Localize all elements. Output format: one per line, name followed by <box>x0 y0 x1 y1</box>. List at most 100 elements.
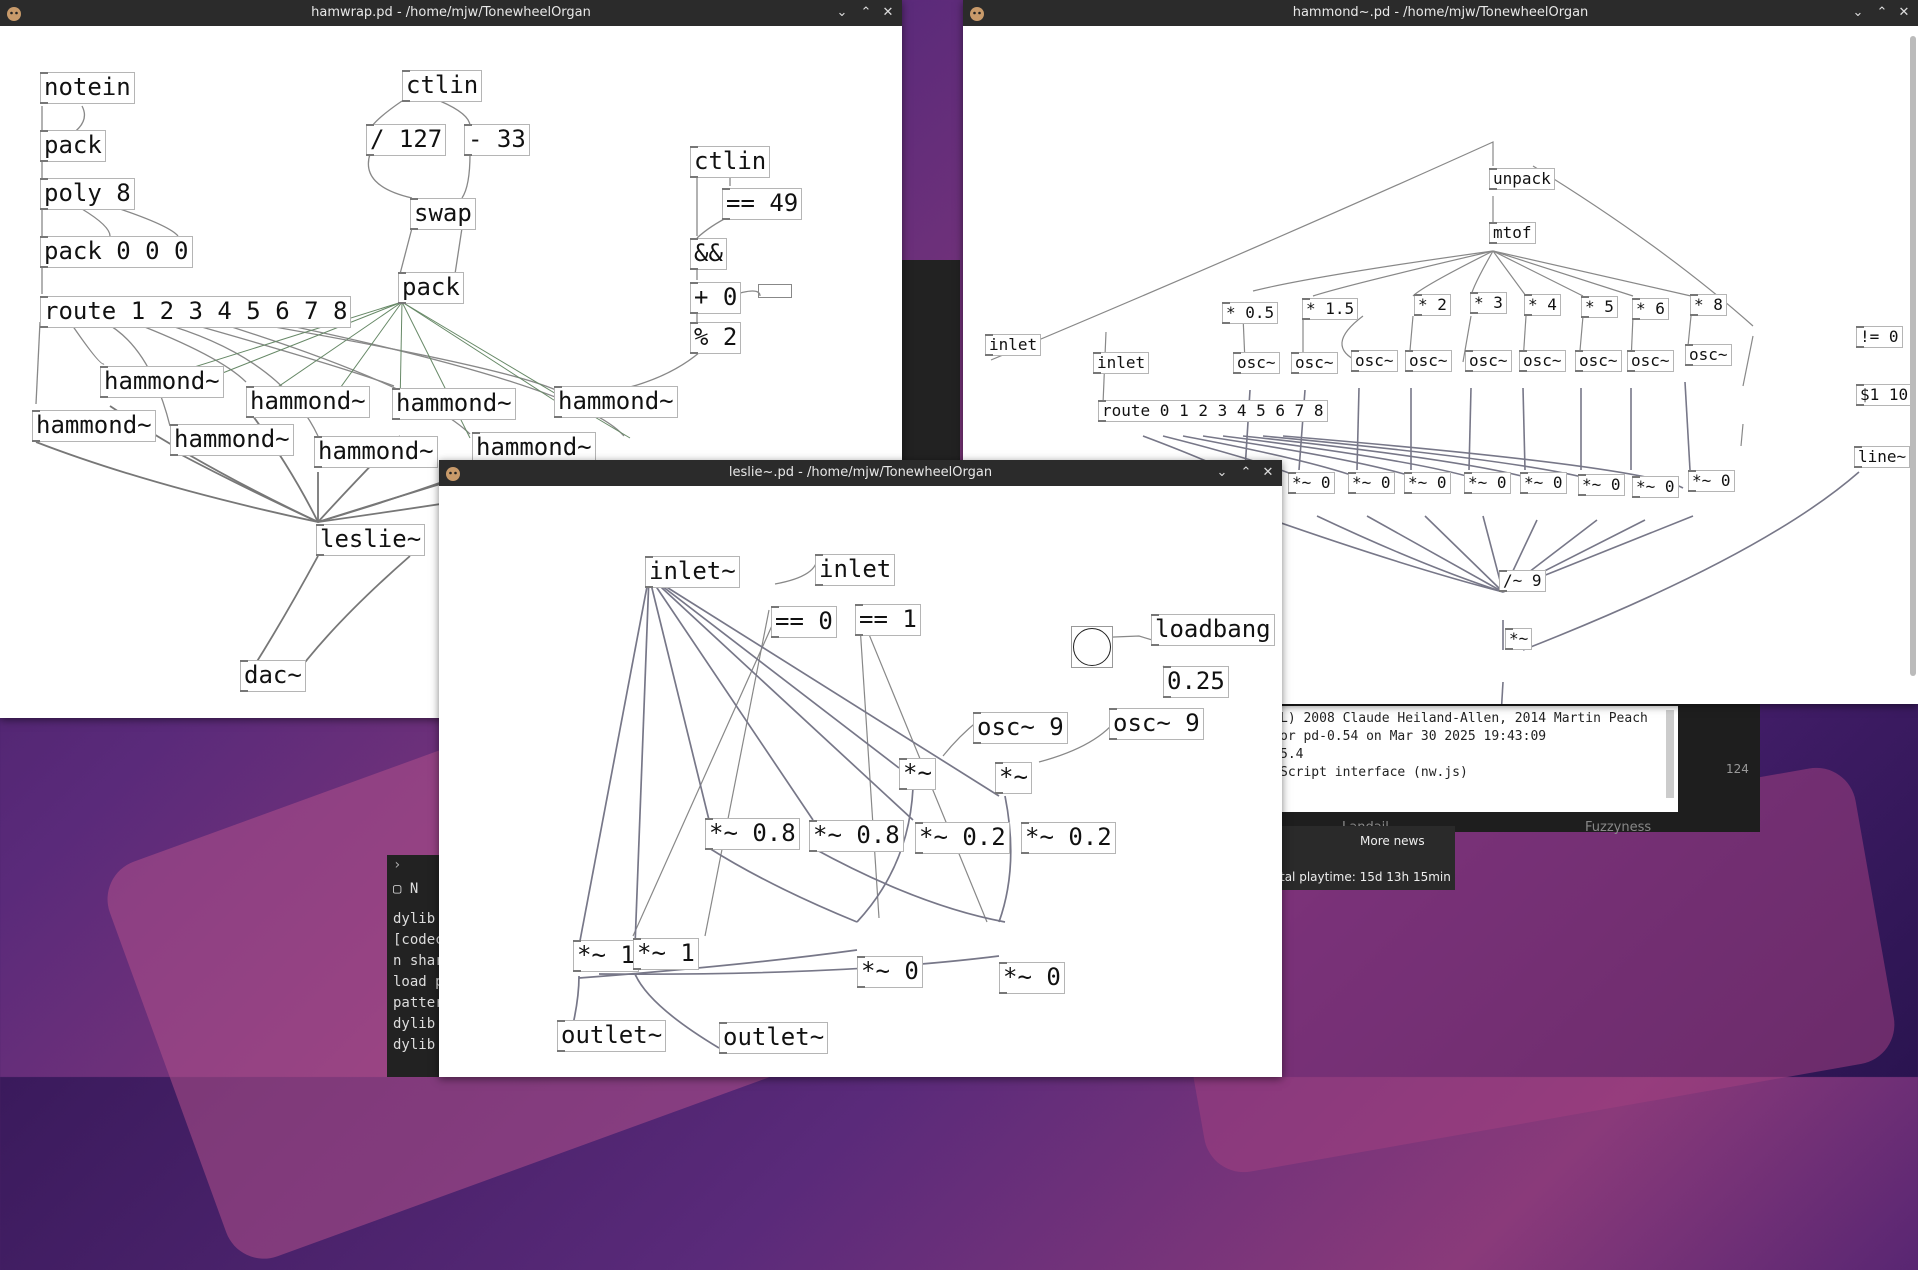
mul-08-object-2[interactable]: *~ 0.8 <box>809 820 904 852</box>
mul-0-object-2[interactable]: *~ 0 <box>999 962 1065 994</box>
hammond-object[interactable]: hammond~ <box>472 432 596 464</box>
mul-02-object[interactable]: *~ 0.2 <box>915 822 1010 854</box>
mul-0-object[interactable]: *~ 0 <box>1404 472 1451 495</box>
mul-0-object[interactable]: *~ 0 <box>1348 472 1395 495</box>
mul-08-object[interactable]: *~ 0.8 <box>705 818 800 850</box>
mul-0-object[interactable]: *~ 0 <box>1288 472 1335 495</box>
mul-1-object[interactable]: *~ 1 <box>573 940 639 972</box>
osc-object[interactable]: osc~ <box>1575 350 1622 373</box>
terminal-tab[interactable]: ▢ N <box>387 879 447 909</box>
close-icon[interactable]: ✕ <box>878 0 898 26</box>
pack-object-2[interactable]: pack <box>398 272 464 304</box>
float-025-object[interactable]: 0.25 <box>1163 666 1229 698</box>
terminal-prompt-icon[interactable]: › <box>387 855 447 879</box>
notein-object[interactable]: notein <box>40 72 135 104</box>
inlet-signal-object[interactable]: inlet~ <box>645 556 740 588</box>
msg-1-10-object[interactable]: $1 10 <box>1856 384 1913 407</box>
outlet-object[interactable]: outlet~ <box>557 1020 667 1052</box>
inlet-object-2[interactable]: inlet <box>1093 352 1150 375</box>
osc-object[interactable]: osc~ <box>1685 344 1732 367</box>
route-object[interactable]: route 0 1 2 3 4 5 6 7 8 <box>1098 400 1328 423</box>
pack-object[interactable]: pack <box>40 130 106 162</box>
mul-out-object[interactable]: *~ <box>1505 628 1533 651</box>
close-icon[interactable]: ✕ <box>1894 0 1914 26</box>
osc-object[interactable]: osc~ <box>1519 350 1566 373</box>
hammond-object[interactable]: hammond~ <box>392 388 516 420</box>
hammond-object[interactable]: hammond~ <box>100 366 224 398</box>
osc-object[interactable]: osc~ <box>1351 350 1398 373</box>
mul-2-object[interactable]: * 2 <box>1414 294 1451 317</box>
mul-3-object[interactable]: * 3 <box>1470 292 1507 315</box>
hammond-object[interactable]: hammond~ <box>170 424 294 456</box>
loadbang-object[interactable]: loadbang <box>1151 614 1275 646</box>
osc-9-object-2[interactable]: osc~ 9 <box>1109 708 1204 740</box>
message-box[interactable] <box>758 284 792 298</box>
line-object[interactable]: line~ <box>1854 446 1911 469</box>
leslie-object[interactable]: leslie~ <box>316 524 426 556</box>
mul-0-object[interactable]: *~ 0 <box>1688 470 1735 493</box>
swap-object[interactable]: swap <box>410 198 476 230</box>
eq-49-object[interactable]: == 49 <box>722 188 803 220</box>
leslie-window[interactable]: leslie~.pd - /home/mjw/TonewheelOrgan ⌄ … <box>439 460 1282 1077</box>
minimize-icon[interactable]: ⌄ <box>832 0 852 26</box>
leslie-titlebar[interactable]: leslie~.pd - /home/mjw/TonewheelOrgan ⌄ … <box>439 460 1282 486</box>
bang-button[interactable] <box>1071 626 1113 668</box>
mul-6-object[interactable]: * 6 <box>1632 298 1669 321</box>
neq-0-object[interactable]: != 0 <box>1856 326 1903 349</box>
mul-02-object-2[interactable]: *~ 0.2 <box>1021 822 1116 854</box>
more-news-link[interactable]: More news <box>1360 834 1425 848</box>
mul-0-object[interactable]: *~ 0 <box>1520 472 1567 495</box>
mtof-object[interactable]: mtof <box>1489 222 1536 245</box>
unpack-object[interactable]: unpack <box>1489 168 1555 191</box>
inlet-object[interactable]: inlet <box>985 334 1042 357</box>
mul-signal-object-2[interactable]: *~ <box>995 762 1032 794</box>
route-object[interactable]: route 1 2 3 4 5 6 7 8 <box>40 296 352 328</box>
osc-9-object[interactable]: osc~ 9 <box>973 712 1068 744</box>
div-127-object[interactable]: / 127 <box>366 124 447 156</box>
mul-0-object[interactable]: *~ 0 <box>1464 472 1511 495</box>
mul-signal-object[interactable]: *~ <box>899 758 936 790</box>
maximize-icon[interactable]: ⌃ <box>1872 0 1892 26</box>
ctlin-object-2[interactable]: ctlin <box>690 146 771 178</box>
hammond-object[interactable]: hammond~ <box>32 410 156 442</box>
hammond-object[interactable]: hammond~ <box>246 386 370 418</box>
inlet-object[interactable]: inlet <box>815 554 896 586</box>
leslie-canvas[interactable]: inlet~ inlet == 0 == 1 loadbang 0.25 osc… <box>439 486 1282 1077</box>
close-icon[interactable]: ✕ <box>1258 460 1278 486</box>
dac-object[interactable]: dac~ <box>240 660 306 692</box>
osc-object[interactable]: osc~ <box>1465 350 1512 373</box>
osc-object[interactable]: osc~ <box>1405 350 1452 373</box>
mul-0-object[interactable]: *~ 0 <box>1632 476 1679 499</box>
mul-0-object[interactable]: *~ 0 <box>1578 474 1625 497</box>
console-scrollbar[interactable] <box>1666 710 1674 798</box>
minimize-icon[interactable]: ⌄ <box>1848 0 1868 26</box>
hammond-titlebar[interactable]: hammond~.pd - /home/mjw/TonewheelOrgan ⌄… <box>963 0 1918 26</box>
minimize-icon[interactable]: ⌄ <box>1212 460 1232 486</box>
mul-5-object[interactable]: * 5 <box>1581 296 1618 319</box>
outlet-object-2[interactable]: outlet~ <box>719 1022 829 1054</box>
mul-15-object[interactable]: * 1.5 <box>1302 298 1359 321</box>
mul-8-object[interactable]: * 8 <box>1690 294 1727 317</box>
ctlin-object[interactable]: ctlin <box>402 70 483 102</box>
hamwrap-titlebar[interactable]: hamwrap.pd - /home/mjw/TonewheelOrgan ⌄ … <box>0 0 902 26</box>
mul-4-object[interactable]: * 4 <box>1524 294 1561 317</box>
hammond-object[interactable]: hammond~ <box>314 436 438 468</box>
div-9-object[interactable]: /~ 9 <box>1499 570 1546 593</box>
osc-object[interactable]: osc~ <box>1233 352 1280 375</box>
mul-05-object[interactable]: * 0.5 <box>1222 302 1279 325</box>
osc-object[interactable]: osc~ <box>1627 350 1674 373</box>
and-object[interactable]: && <box>690 238 727 270</box>
maximize-icon[interactable]: ⌃ <box>856 0 876 26</box>
plus-0-object[interactable]: + 0 <box>690 282 742 314</box>
canvas-scrollbar[interactable] <box>1910 36 1916 676</box>
poly-object[interactable]: poly 8 <box>40 178 135 210</box>
hammond-object[interactable]: hammond~ <box>554 386 678 418</box>
mod-2-object[interactable]: % 2 <box>690 322 742 354</box>
osc-object[interactable]: osc~ <box>1291 352 1338 375</box>
sub-33-object[interactable]: - 33 <box>464 124 530 156</box>
pack-000-object[interactable]: pack 0 0 0 <box>40 236 193 268</box>
eq-1-object[interactable]: == 1 <box>855 604 921 636</box>
eq-0-object[interactable]: == 0 <box>771 606 837 638</box>
mul-0-object[interactable]: *~ 0 <box>857 956 923 988</box>
maximize-icon[interactable]: ⌃ <box>1236 460 1256 486</box>
